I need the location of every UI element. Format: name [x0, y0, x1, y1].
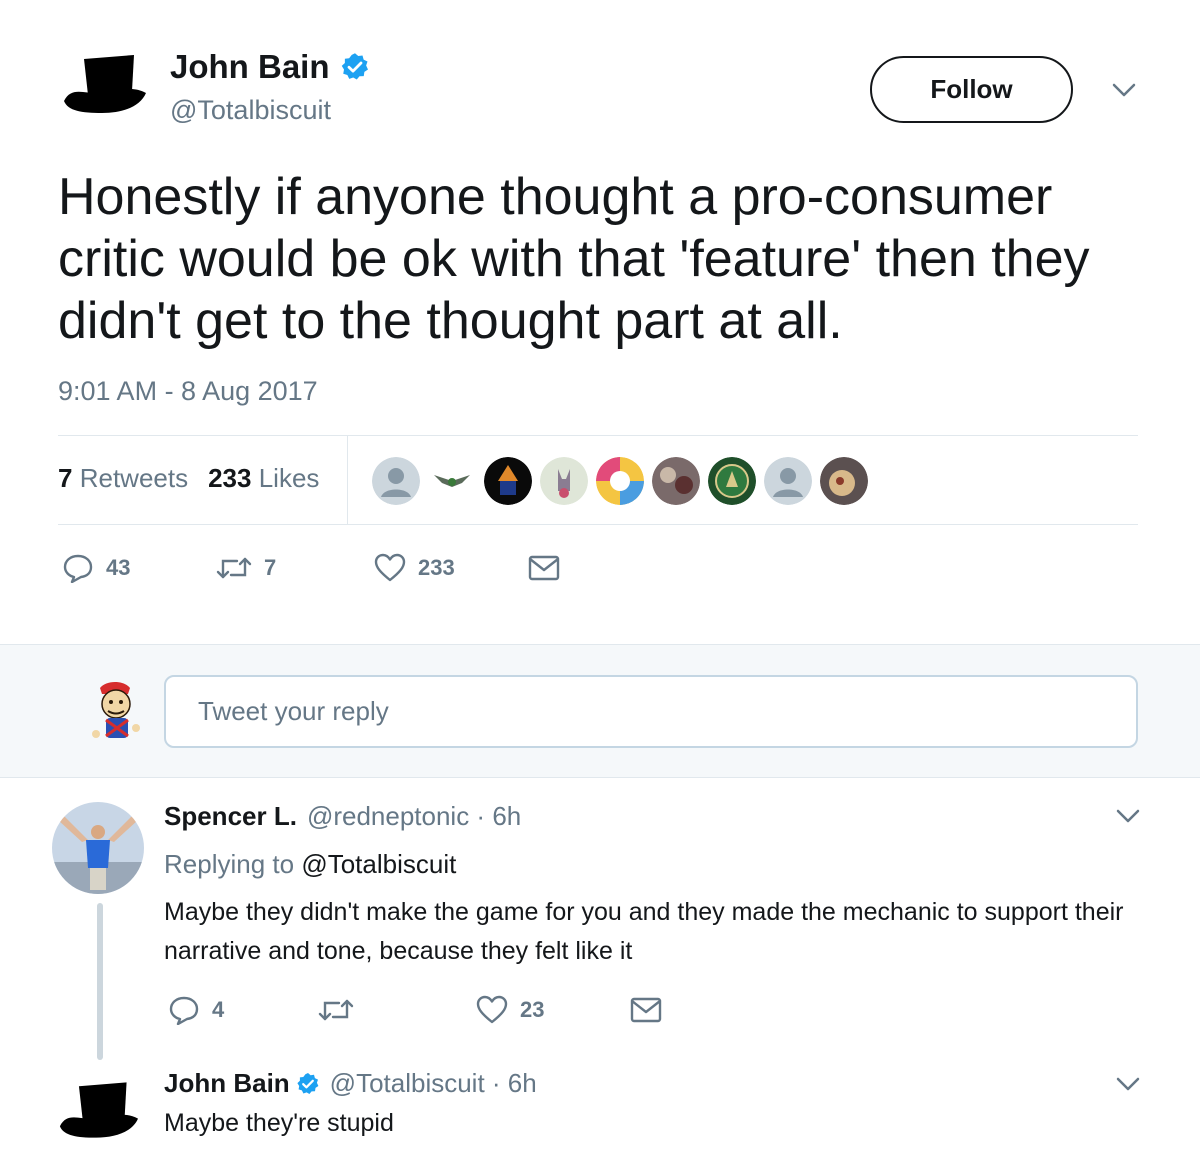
message-icon: [630, 997, 662, 1023]
tweet-stats: 7 Retweets 233 Likes: [58, 463, 319, 494]
retweet-icon: [216, 557, 252, 579]
liker-avatar[interactable]: [372, 457, 420, 505]
author-name-text[interactable]: John Bain: [170, 48, 330, 86]
liker-avatar[interactable]: [652, 457, 700, 505]
divider: [58, 435, 1138, 436]
liker-avatar[interactable]: [708, 457, 756, 505]
current-user-avatar[interactable]: [88, 678, 148, 744]
verified-badge-icon: [297, 1072, 319, 1094]
tweet-timestamp[interactable]: 9:01 AM - 8 Aug 2017: [58, 376, 318, 407]
heart-icon: [374, 553, 406, 582]
reply-handle-time[interactable]: @redneptonic · 6h: [307, 801, 521, 832]
liker-avatars: [372, 457, 868, 505]
liker-avatar[interactable]: [428, 457, 476, 505]
retweet-action[interactable]: [318, 997, 476, 1023]
retweets-stat[interactable]: 7 Retweets: [58, 463, 188, 494]
retweet-count: 7: [264, 555, 277, 580]
like-action[interactable]: 233: [374, 553, 528, 583]
message-action[interactable]: [528, 555, 560, 581]
reply-icon: [63, 554, 93, 583]
heart-icon: [476, 995, 508, 1024]
reply-author-name[interactable]: Spencer L.: [164, 801, 297, 832]
reply-text: Maybe they're stupid: [164, 1109, 394, 1137]
likes-stat[interactable]: 233 Likes: [208, 463, 319, 494]
like-action[interactable]: 23: [476, 995, 630, 1025]
reply-header: John Bain @Totalbiscuit · 6h: [164, 1068, 537, 1099]
reply-author-name[interactable]: John Bain: [164, 1068, 290, 1099]
retweet-action[interactable]: 7: [216, 555, 374, 581]
like-count: 23: [520, 997, 545, 1022]
liker-avatar[interactable]: [596, 457, 644, 505]
reply-count: 4: [212, 997, 225, 1022]
chevron-down-icon[interactable]: [1114, 1074, 1142, 1094]
replying-to-mention[interactable]: @Totalbiscuit: [301, 849, 456, 879]
like-count: 233: [418, 555, 455, 580]
reply-input[interactable]: [164, 675, 1138, 748]
message-icon: [528, 555, 560, 581]
liker-avatar[interactable]: [820, 457, 868, 505]
divider: [58, 524, 1138, 525]
reply-header: Spencer L. @redneptonic · 6h: [164, 801, 521, 832]
reply-author-avatar[interactable]: [58, 1082, 138, 1140]
author-name[interactable]: John Bain: [170, 48, 370, 86]
chevron-down-icon[interactable]: [1110, 80, 1138, 100]
liker-avatar[interactable]: [764, 457, 812, 505]
replier-avatar[interactable]: [52, 802, 144, 894]
author-avatar[interactable]: [62, 55, 146, 115]
retweet-icon: [318, 999, 354, 1021]
author-handle[interactable]: @Totalbiscuit: [170, 95, 331, 126]
reply-action[interactable]: 4: [168, 995, 318, 1025]
message-action[interactable]: [630, 997, 662, 1023]
stats-divider: [347, 436, 348, 525]
replying-to: Replying to @Totalbiscuit: [164, 849, 456, 880]
thread-line: [97, 903, 103, 1060]
reply-icon: [169, 996, 199, 1025]
reply-actions: 4 23: [168, 995, 662, 1025]
reply-handle-time[interactable]: @Totalbiscuit · 6h: [330, 1068, 537, 1099]
liker-avatar[interactable]: [540, 457, 588, 505]
tweet-text: Honestly if anyone thought a pro-consume…: [58, 168, 1090, 350]
reply-text: Maybe they didn't make the game for you …: [164, 898, 1124, 965]
follow-button[interactable]: Follow: [870, 56, 1073, 123]
reply-action[interactable]: 43: [62, 553, 216, 583]
reply-count: 43: [106, 555, 131, 580]
replying-prefix: Replying to: [164, 849, 295, 879]
tweet-actions: 43 7 233: [62, 553, 560, 583]
verified-badge-icon: [341, 53, 368, 80]
liker-avatar[interactable]: [484, 457, 532, 505]
chevron-down-icon[interactable]: [1114, 806, 1142, 826]
